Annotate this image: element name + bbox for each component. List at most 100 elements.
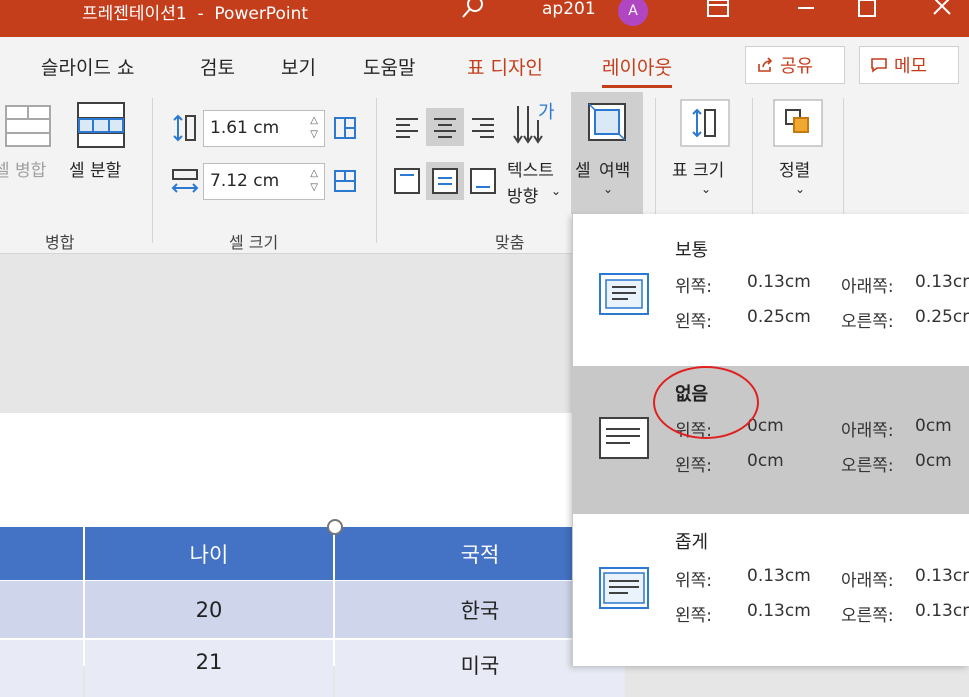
merge-cells-label[interactable]: 셀 병합 [0, 156, 46, 181]
row-height-stepper[interactable]: △ ▽ [310, 114, 318, 142]
chevron-down-icon[interactable]: ⌄ [701, 182, 711, 196]
margin-top-value: 0.13cm [747, 566, 811, 586]
margin-option-name: 좁게 [675, 532, 709, 553]
margin-bottom-value: 0cm [915, 416, 952, 436]
text-direction-label-1[interactable]: 텍스트 [507, 156, 554, 181]
margin-option-normal[interactable]: 보통 위쪽: 0.13cm 아래쪽: 0.13cm 왼쪽: 0.25cm 오른쪽… [573, 222, 969, 370]
margin-option-name: 보통 [675, 240, 709, 261]
align-bottom-icon[interactable] [468, 166, 498, 196]
resize-handle[interactable] [327, 519, 343, 535]
split-cells-label[interactable]: 셀 분할 [69, 156, 121, 181]
table-cell-text: 한국 [460, 598, 500, 623]
margin-right-value: 0cm [915, 451, 952, 471]
svg-text:가: 가 [538, 102, 555, 123]
title-bar: 프레젠테이션1 - PowerPoint ap201 A [0, 0, 969, 37]
margin-none-icon [599, 417, 649, 459]
cell-size-group-label: 셀 크기 [229, 233, 279, 252]
tab-help[interactable]: 도움말 [363, 53, 415, 80]
margin-option-none[interactable]: 없음 위쪽: 0cm 아래쪽: 0cm 왼쪽: 0cm 오른쪽: 0cm [573, 366, 969, 514]
comment-icon [871, 58, 887, 73]
margin-left-value: 0.13cm [747, 601, 811, 621]
table-header-cell[interactable] [0, 527, 83, 580]
margin-top-label: 위쪽: [675, 571, 713, 591]
user-name[interactable]: ap201 [542, 0, 596, 19]
group-separator [376, 98, 377, 243]
share-label: 공유 [780, 56, 814, 77]
margin-bottom-label: 아래쪽: [841, 277, 894, 297]
table-cell-text: 21 [195, 650, 223, 674]
margin-left-label: 왼쪽: [675, 456, 713, 476]
chevron-down-icon: ⌄ [603, 182, 614, 196]
merge-cells-icon[interactable] [0, 102, 56, 152]
split-cells-icon[interactable] [75, 100, 129, 152]
margin-right-value: 0.25cm [915, 307, 969, 327]
arrange-label[interactable]: 정렬 [779, 156, 810, 181]
margin-top-value: 0.13cm [747, 272, 811, 292]
margin-option-narrow[interactable]: 좁게 위쪽: 0.13cm 아래쪽: 0.13cm 왼쪽: 0.13cm 오른쪽… [573, 516, 969, 664]
distribute-rows-icon[interactable] [332, 115, 358, 141]
cell-margins-label-2: 여백 [599, 161, 631, 181]
text-direction-icon[interactable]: 가 [508, 100, 560, 152]
margin-left-value: 0.25cm [747, 307, 811, 327]
column-width-icon [171, 169, 199, 193]
memo-button[interactable]: 메모 [859, 46, 959, 84]
margin-bottom-value: 0.13cm [915, 272, 969, 292]
table-cell[interactable]: 21 [85, 640, 333, 697]
tab-table-design[interactable]: 표 디자인 [467, 53, 543, 80]
avatar[interactable]: A [618, 0, 648, 26]
arrange-icon[interactable] [772, 98, 824, 148]
cell-margins-label-1: 셀 [575, 161, 591, 181]
align-right-icon[interactable] [468, 112, 498, 142]
row-height-input[interactable]: 1.61 cm △ ▽ [203, 110, 325, 147]
minimize-icon[interactable] [784, 0, 828, 24]
tab-review[interactable]: 검토 [200, 53, 235, 80]
distribute-columns-icon[interactable] [332, 168, 358, 194]
align-middle-button[interactable] [426, 162, 464, 200]
margin-right-label: 오른쪽: [841, 606, 894, 626]
table-cell-text: 미국 [460, 654, 500, 678]
align-top-icon[interactable] [392, 166, 422, 196]
margin-left-label: 왼쪽: [675, 606, 713, 626]
ribbon-tabs: 슬라이드 쇼 검토 보기 도움말 표 디자인 레이아웃 공유 메모 [0, 37, 969, 92]
cell-margins-menu: 보통 위쪽: 0.13cm 아래쪽: 0.13cm 왼쪽: 0.25cm 오른쪽… [572, 214, 969, 666]
margin-bottom-label: 아래쪽: [841, 571, 894, 591]
table-cell-text: 20 [195, 597, 223, 622]
table-header-cell[interactable]: 나이 [85, 527, 333, 580]
column-width-stepper[interactable]: △ ▽ [310, 167, 318, 195]
table-cell[interactable] [0, 581, 83, 638]
text-direction-label-2[interactable]: 방향 [507, 182, 538, 207]
column-width-input[interactable]: 7.12 cm △ ▽ [203, 163, 325, 200]
row-height-value: 1.61 cm [210, 118, 280, 138]
memo-label: 메모 [894, 56, 928, 77]
align-middle-icon [432, 168, 458, 194]
tab-layout[interactable]: 레이아웃 [602, 53, 672, 88]
margin-left-value: 0cm [747, 451, 784, 471]
chevron-down-icon[interactable]: ⌄ [551, 184, 561, 198]
cell-margins-button[interactable]: 셀 여백 ⌄ [571, 92, 643, 214]
margin-bottom-value: 0.13cm [915, 566, 969, 586]
tab-view[interactable]: 보기 [281, 53, 316, 80]
maximize-icon[interactable] [845, 0, 889, 24]
margin-normal-icon [599, 273, 649, 315]
align-center-button[interactable] [426, 108, 464, 146]
table-cell[interactable]: 20 [85, 581, 333, 638]
table-size-icon[interactable] [679, 98, 731, 148]
table-cell[interactable] [0, 640, 83, 697]
ribbon-display-icon[interactable] [697, 0, 741, 24]
window-title: 프레젠테이션1 - PowerPoint [82, 4, 309, 24]
margin-right-label: 오른쪽: [841, 456, 894, 476]
search-icon[interactable] [458, 0, 488, 22]
margin-bottom-label: 아래쪽: [841, 421, 894, 441]
share-button[interactable]: 공유 [745, 46, 845, 84]
cell-margins-icon [588, 103, 626, 141]
margin-right-value: 0.13cm [915, 601, 969, 621]
share-icon [758, 57, 773, 72]
table-size-label[interactable]: 표 크기 [672, 156, 724, 181]
margin-top-label: 위쪽: [675, 277, 713, 297]
tab-slideshow[interactable]: 슬라이드 쇼 [41, 53, 134, 80]
chevron-down-icon[interactable]: ⌄ [795, 182, 805, 196]
margin-right-label: 오른쪽: [841, 312, 894, 332]
table-header-nationality: 국적 [460, 542, 500, 567]
align-left-icon[interactable] [392, 112, 422, 142]
close-icon[interactable] [920, 0, 964, 24]
